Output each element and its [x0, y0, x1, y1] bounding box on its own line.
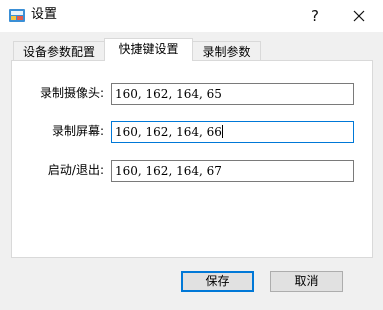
- record-screen-hotkey-value: 160, 162, 164, 66: [115, 125, 222, 139]
- record-camera-hotkey-field[interactable]: 160, 162, 164, 65: [111, 83, 354, 105]
- title-bar: 设置 ?: [0, 0, 383, 32]
- settings-app-icon: [9, 9, 25, 22]
- help-button[interactable]: ?: [298, 2, 332, 30]
- hotkey-settings-panel: 录制摄像头: 160, 162, 164, 65 录制屏幕: 160, 162,…: [11, 60, 373, 258]
- save-button[interactable]: 保存: [181, 271, 254, 292]
- close-icon: [353, 10, 365, 22]
- tab-hotkey-settings[interactable]: 快捷键设置: [104, 38, 193, 61]
- record-screen-hotkey-field[interactable]: 160, 162, 164, 66: [111, 121, 354, 143]
- window-title: 设置: [31, 7, 58, 22]
- cancel-button[interactable]: 取消: [270, 271, 343, 292]
- start-exit-hotkey-field[interactable]: 160, 162, 164, 67: [111, 160, 354, 182]
- tab-device-params[interactable]: 设备参数配置: [13, 41, 105, 61]
- start-exit-label: 启动/退出:: [47, 163, 104, 177]
- record-camera-label: 录制摄像头:: [39, 86, 104, 100]
- text-caret: [221, 125, 223, 138]
- record-camera-hotkey-value: 160, 162, 164, 65: [115, 87, 222, 101]
- start-exit-hotkey-value: 160, 162, 164, 67: [115, 164, 222, 178]
- tab-record-params[interactable]: 录制参数: [192, 41, 261, 61]
- close-button[interactable]: [341, 2, 377, 30]
- record-screen-label: 录制屏幕:: [51, 124, 104, 138]
